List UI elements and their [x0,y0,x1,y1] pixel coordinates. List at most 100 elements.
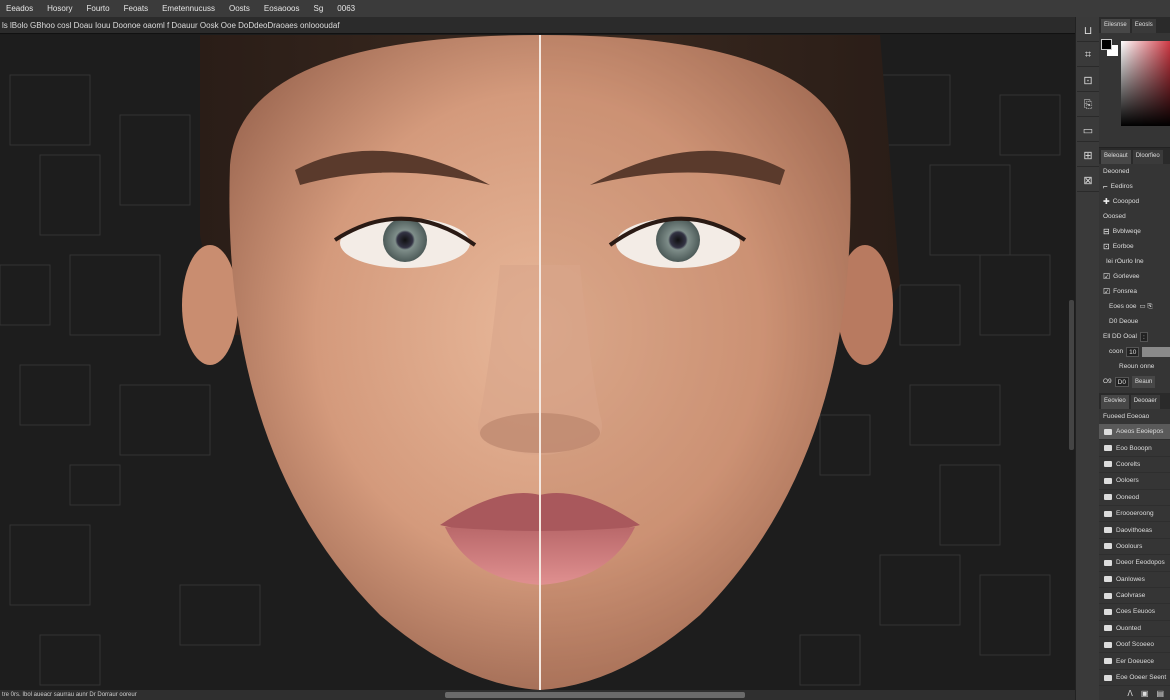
menu-bar: Eeados Hosory Fourto Feoats Emetennucuss Oost… [0,0,1170,17]
property-icon: ✚ [1103,197,1110,206]
menu-item[interactable]: Sg [314,4,324,13]
menu-item[interactable]: Hosory [47,4,72,13]
section-label: Deooned [1099,164,1170,179]
vertical-scrollbar[interactable] [1069,300,1074,450]
layer-thumbnail-icon [1104,658,1112,664]
layer-name: Daovithoeas [1116,527,1152,534]
property-row[interactable]: ☑Gorlevee [1099,269,1170,284]
layer-name: Coorelts [1116,461,1140,468]
layer-thumbnail-icon [1104,625,1112,631]
folder-icon[interactable]: ▭ [1077,120,1099,142]
option-row[interactable]: Ell DD Ooal: [1099,329,1170,344]
menu-item[interactable]: Fourto [86,4,109,13]
option-label: Eoes ooe [1109,303,1136,310]
tab-color[interactable]: Eeosls [1132,19,1156,33]
layer-item[interactable]: Ooloers [1099,473,1170,489]
artboard-icon[interactable]: ⊠ [1077,170,1099,192]
blend-row: O9D0Beaun [1099,374,1170,389]
layer-item[interactable]: Eer Doeuece [1099,653,1170,669]
layer-name: Ouonted [1116,625,1141,632]
tab-layers[interactable]: Eeovieo [1101,395,1129,409]
layer-item[interactable]: Oanlowes [1099,572,1170,588]
menu-item[interactable]: Eosaooos [264,4,300,13]
transform-icon[interactable]: ⊡ [1077,70,1099,92]
property-row[interactable]: ☑Fonsrea [1099,284,1170,299]
color-field[interactable] [1121,41,1170,126]
layer-name: Eoo Booopn [1116,445,1152,452]
blend-input[interactable]: D0 [1115,377,1129,387]
options-bar: ls lBolo GBhoo cosl Doau Iouu Doonoe oao… [0,17,1075,34]
opacity-input[interactable]: 10 [1126,347,1139,357]
option-box[interactable]: : [1140,332,1148,342]
menu-item[interactable]: 0063 [337,4,355,13]
right-panels: Eilesnse Eeosls Beleoaut Dloorfieo Deoon… [1099,17,1170,700]
tool-strip: ⊔ ⌗ ⊡ ⎘ ▭ ⊞ ⊠ [1075,17,1099,700]
fx-icon[interactable]: ᐱ [1127,689,1132,698]
folder-icon: ▭ ⎘ [1139,302,1152,311]
property-label: Eediros [1111,183,1133,190]
layer-item[interactable]: Ooneod [1099,490,1170,506]
menu-item[interactable]: Emetennucuss [162,4,215,13]
color-picker[interactable] [1099,33,1170,148]
layer-item[interactable]: Ouonted [1099,621,1170,637]
stamp-icon[interactable]: ⎘ [1077,95,1099,117]
opacity-slider[interactable] [1142,347,1170,357]
tab-swatches[interactable]: Eilesnse [1101,19,1130,33]
menu-item[interactable]: Feoats [124,4,148,13]
layer-thumbnail-icon [1104,527,1112,533]
layers-filter[interactable]: Fuoeed Eoeoao [1099,409,1170,424]
layer-item[interactable]: Coorelts [1099,457,1170,473]
opacity-row: coon10 [1099,344,1170,359]
opacity-label: coon [1109,348,1123,355]
layers-panel-tabs: Eeovieo Deooaer [1099,393,1170,409]
tab-properties[interactable]: Beleoaut [1101,150,1131,164]
layer-thumbnail-icon [1104,609,1112,615]
property-icon: ☑ [1103,272,1110,281]
layer-item[interactable]: Eoo Booopn [1099,440,1170,456]
layer-thumbnail-icon [1104,593,1112,599]
property-row[interactable]: ⌐Eediros [1099,179,1170,194]
option-row[interactable]: Eoes ooe▭ ⎘ [1099,299,1170,314]
foreground-color-swatch[interactable] [1101,39,1112,50]
new-layer-icon[interactable]: ▤ [1156,689,1164,698]
property-label: Eorboe [1113,243,1134,250]
horizontal-scrollbar[interactable] [445,692,745,698]
property-label: Bvblweqe [1113,228,1141,235]
new-group-icon[interactable]: ▣ [1141,689,1149,698]
layer-item[interactable]: Ooolours [1099,539,1170,555]
layer-item[interactable]: Eoe Ooeer Seent [1099,670,1170,686]
option-label: Reoun onne [1119,363,1154,370]
tab-adjustments[interactable]: Dloorfieo [1133,150,1163,164]
lasso-icon[interactable]: ⌗ [1077,45,1099,67]
property-row[interactable]: ⊡Eorboe [1099,239,1170,254]
layer-name: Doeor Eeodopos [1116,559,1165,566]
layer-item[interactable]: Daovithoeas [1099,522,1170,538]
layers-footer: ᐱ ▣ ▤ [1099,686,1170,700]
layer-thumbnail-icon [1104,560,1112,566]
menu-item[interactable]: Oosts [229,4,250,13]
property-row[interactable]: Iei rOurlo Ine [1099,254,1170,269]
property-row[interactable]: ✚Cooopod [1099,194,1170,209]
property-row[interactable]: ⊟Bvblweqe [1099,224,1170,239]
layer-thumbnail-icon [1104,543,1112,549]
layer-item[interactable]: Aoeos Eeoiepos [1099,424,1170,440]
document-canvas[interactable] [0,35,1075,690]
option-label: Ell DD Ooal [1103,333,1137,340]
frame-icon[interactable]: ⊞ [1077,145,1099,167]
layer-item[interactable]: Ooof Scoeeo [1099,637,1170,653]
layer-item[interactable]: Eroooeroong [1099,506,1170,522]
crop-icon[interactable]: ⊔ [1077,20,1099,42]
option-row[interactable]: Reoun onne [1099,359,1170,374]
layer-item[interactable]: Caolvrase [1099,588,1170,604]
layer-item[interactable]: Coes Eeuoos [1099,604,1170,620]
blend-button[interactable]: Beaun [1132,376,1155,388]
layer-item[interactable]: Doeor Eeodopos [1099,555,1170,571]
tab-channels[interactable]: Deooaer [1131,395,1160,409]
property-label: Fonsrea [1113,288,1137,295]
layer-name: Ooloers [1116,477,1139,484]
property-label: Cooopod [1113,198,1139,205]
option-row[interactable]: D0 Deoue [1099,314,1170,329]
layer-name: Eoe Ooeer Seent [1116,674,1166,681]
layer-thumbnail-icon [1104,461,1112,467]
menu-item[interactable]: Eeados [6,4,33,13]
